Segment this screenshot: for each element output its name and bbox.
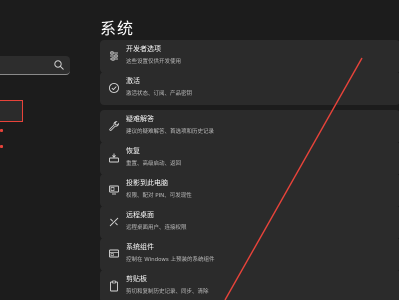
setting-subtitle: 重置、高级启动、返回: [126, 161, 182, 167]
setting-subtitle: 权限、配对 PIN、可发现性: [126, 193, 192, 199]
setting-activation[interactable]: 激活 激活状态、订阅、产品密钥: [100, 72, 399, 105]
search-input[interactable]: [0, 56, 70, 75]
wrench-icon: [109, 121, 120, 131]
setting-subtitle: 这些设置仅供开发使用: [126, 59, 182, 65]
setting-subtitle: 激活状态、订阅、产品密钥: [126, 91, 193, 97]
clipboard-icon: [110, 280, 118, 292]
developer-tools-icon: [110, 51, 118, 61]
page-title: 系统: [100, 19, 135, 38]
sidebar-item-marker: [0, 145, 3, 148]
setting-project-to-pc[interactable]: 投影到此电脑 权限、配对 PIN、可发现性: [100, 174, 399, 207]
setting-remote-desktop[interactable]: 远程桌面 远程桌面用户、连接权限: [100, 206, 399, 239]
setting-system-components[interactable]: 系统组件 控制在 Windows 上预装的系统组件: [100, 238, 399, 271]
sidebar-item-marker: [0, 129, 3, 132]
remote-desktop-icon: [109, 217, 119, 227]
setting-recovery[interactable]: 恢复 重置、高级启动、返回: [100, 142, 399, 175]
setting-title: 剪贴板: [126, 275, 147, 283]
setting-title: 系统组件: [126, 243, 154, 251]
project-to-pc-icon: [109, 185, 119, 195]
setting-title: 投影到此电脑: [126, 179, 168, 187]
system-components-icon: [109, 249, 119, 258]
sidebar: [0, 0, 78, 300]
search-icon: [54, 60, 64, 70]
setting-developer-options[interactable]: 开发者选项 这些设置仅供开发使用: [100, 40, 399, 73]
setting-clipboard[interactable]: 剪贴板 剪切和复制历史记录、同步、清除: [100, 270, 399, 300]
settings-window: 系统 开发者选项 这些设置仅供开发使用 激活 激活状态、订阅、产品密钥 疑难解答…: [0, 0, 399, 300]
setting-title: 恢复: [126, 147, 140, 155]
sidebar-item-system[interactable]: [0, 100, 23, 122]
setting-troubleshoot[interactable]: 疑难解答 建议的疑难解答、首选项和历史记录: [100, 110, 399, 143]
recovery-drive-icon: [109, 153, 119, 163]
setting-subtitle: 远程桌面用户、连接权限: [126, 225, 187, 231]
setting-title: 远程桌面: [126, 211, 154, 219]
check-circle-icon: [108, 82, 120, 94]
setting-subtitle: 建议的疑难解答、首选项和历史记录: [126, 129, 215, 135]
setting-title: 疑难解答: [126, 115, 154, 123]
setting-title: 开发者选项: [126, 45, 161, 53]
setting-subtitle: 控制在 Windows 上预装的系统组件: [126, 257, 215, 263]
setting-title: 激活: [126, 77, 140, 85]
setting-subtitle: 剪切和复制历史记录、同步、清除: [126, 289, 209, 295]
